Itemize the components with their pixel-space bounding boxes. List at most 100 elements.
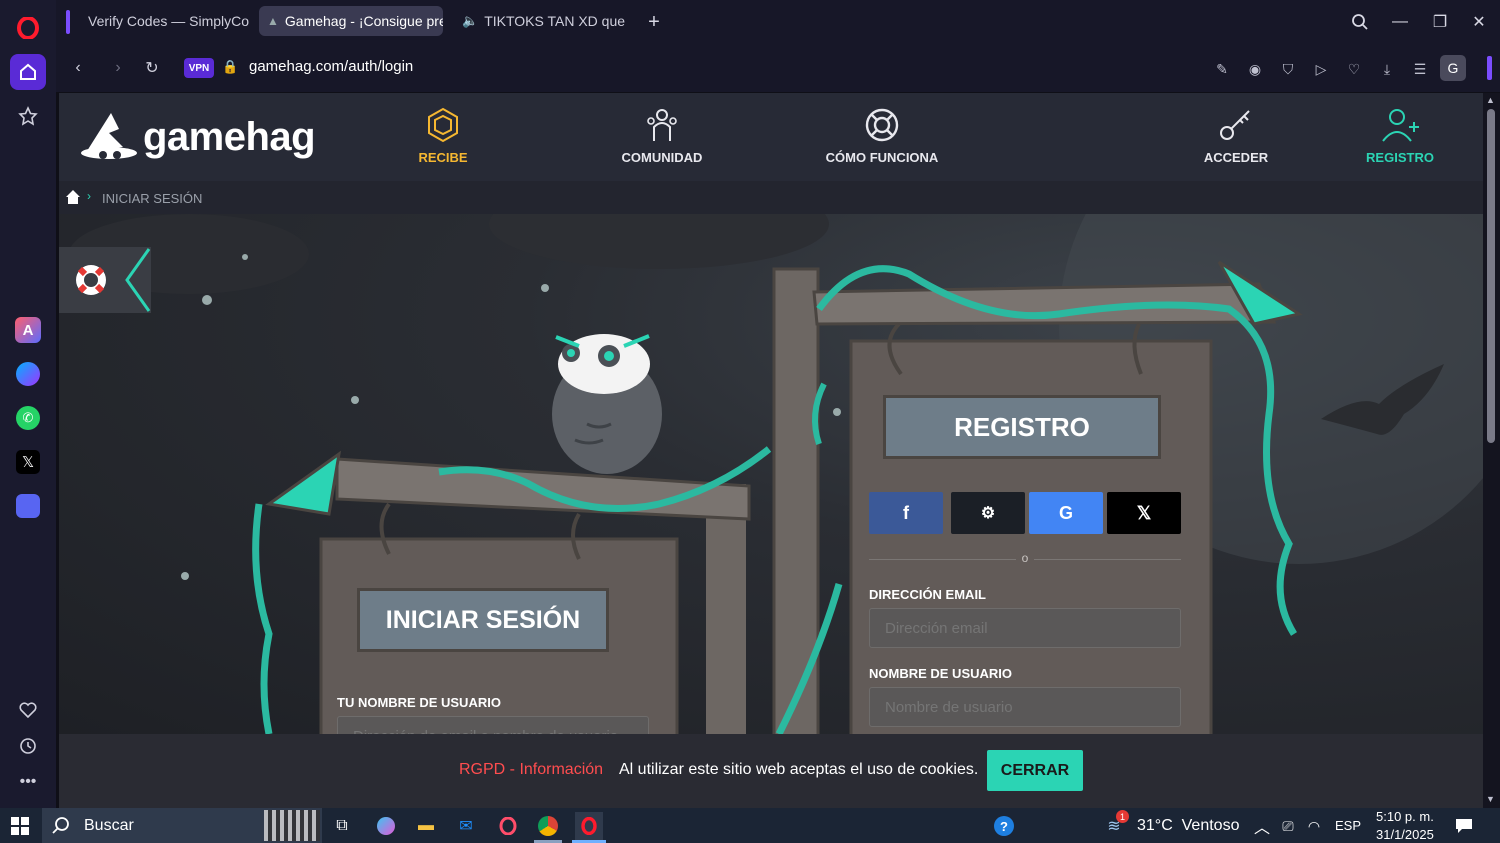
register-title: REGISTRO (883, 395, 1161, 459)
vpn-badge[interactable]: VPN (184, 58, 214, 78)
network-device-icon[interactable]: ⎚ (1274, 812, 1302, 840)
divider-text: o (1016, 551, 1034, 565)
aria-icon[interactable]: A (10, 312, 46, 348)
nav-acceder[interactable]: ACCEDER (1161, 107, 1311, 169)
tab-verify-codes[interactable]: Verify Codes — SimplyCo (74, 6, 254, 36)
new-tab-button[interactable]: + (640, 8, 668, 36)
email-field[interactable] (869, 608, 1181, 648)
nav-como-funciona[interactable]: CÓMO FUNCIONA (807, 107, 957, 169)
gamehag-favicon-icon: ▲ (267, 14, 279, 28)
pinboard-icon[interactable] (10, 98, 46, 134)
taskbar-search-box[interactable]: Buscar (42, 808, 322, 843)
key-icon (1220, 110, 1250, 140)
easy-setup-icon[interactable]: ☰ (1409, 58, 1431, 80)
lock-icon[interactable]: 🔒 (222, 59, 238, 75)
rgpd-link[interactable]: RGPD - Información (459, 761, 603, 779)
url-field[interactable]: gamehag.com/auth/login (249, 58, 413, 75)
file-explorer-icon[interactable]: ▬ (412, 812, 440, 840)
scroll-up-icon[interactable]: ▲ (1486, 95, 1495, 105)
camera-icon[interactable]: ◉ (1244, 58, 1266, 80)
notifications-icon[interactable] (1450, 812, 1478, 840)
speaker-icon[interactable]: 🔈 (462, 13, 478, 29)
tab-gamehag[interactable]: ▲ Gamehag - ¡Consigue pre (259, 6, 443, 36)
page-scrollbar[interactable]: ▲ ▼ (1483, 93, 1500, 808)
chevron-up-icon[interactable]: ︿ (1248, 812, 1276, 840)
restore-button[interactable]: ❐ (1426, 8, 1454, 36)
back-button[interactable]: ‹ (66, 56, 90, 80)
facebook-login-button[interactable]: f (869, 492, 943, 534)
forest-illustration (69, 214, 1483, 734)
play-icon[interactable]: ▷ (1310, 58, 1332, 80)
tab-tiktoks[interactable]: 🔈 TIKTOKS TAN XD que (448, 6, 628, 36)
add-user-icon (1382, 109, 1419, 142)
gem-icon (428, 107, 458, 143)
copilot-icon[interactable] (372, 812, 400, 840)
site-header: gamehag RECIBE COMUNIDAD CÓMO FUNCIONA A… (59, 93, 1483, 181)
help-tips-icon[interactable]: ? (990, 812, 1018, 840)
windows-start-icon[interactable] (6, 812, 34, 840)
bookmark-heart-icon[interactable]: ♡ (1343, 58, 1365, 80)
wizard-hat-icon (81, 113, 137, 159)
home-breadcrumb-icon[interactable] (65, 189, 81, 205)
gamehag-logo[interactable]: gamehag (79, 109, 319, 165)
steam-icon: ⚙ (980, 505, 996, 522)
x-icon: 𝕏 (1136, 502, 1152, 523)
scroll-down-icon[interactable]: ▼ (1486, 794, 1495, 804)
tab-bar: Verify Codes — SimplyCo ▲ Gamehag - ¡Con… (56, 0, 1500, 44)
language-indicator[interactable]: ESP (1335, 818, 1361, 833)
opera-taskbar-icon[interactable] (575, 812, 603, 840)
snapshot-edit-icon[interactable]: ✎ (1211, 58, 1233, 80)
forward-button[interactable]: › (106, 56, 130, 80)
logo-text: gamehag (143, 115, 316, 159)
nav-comunidad[interactable]: COMUNIDAD (587, 107, 737, 169)
help-button[interactable] (59, 247, 151, 313)
opera-logo-icon[interactable] (10, 10, 46, 46)
x-twitter-icon[interactable]: 𝕏 (10, 444, 46, 480)
home-icon[interactable] (10, 54, 46, 90)
login-title: INICIAR SESIÓN (357, 588, 609, 652)
search-highlight-zebra-icon (264, 810, 320, 841)
login-scene: REGISTRO f ⚙ G 𝕏 o DIRECCIÓN EMAIL NOMBR… (59, 214, 1483, 756)
nav-recibe[interactable]: RECIBE (368, 107, 518, 169)
task-view-icon[interactable]: ⧉ (328, 812, 356, 840)
minimize-button[interactable]: — (1386, 8, 1414, 36)
wifi-icon[interactable]: ◠ (1300, 812, 1328, 840)
browser-sidebar: A ✆ 𝕏 ••• (0, 0, 56, 808)
google-login-button[interactable]: G (1029, 492, 1103, 534)
weather-text[interactable]: 31°C Ventoso (1137, 817, 1239, 835)
whatsapp-icon[interactable]: ✆ (10, 400, 46, 436)
sidebar-toggle[interactable] (1487, 56, 1492, 80)
address-bar-row: ‹ › ↻ VPN 🔒 gamehag.com/auth/login ✎ ◉ ⛉… (56, 44, 1500, 92)
username-label: NOMBRE DE USUARIO (869, 666, 1013, 681)
more-options-icon[interactable]: ••• (10, 764, 46, 800)
chevron-right-icon: › (87, 189, 91, 203)
shield-icon[interactable]: ⛉ (1277, 58, 1299, 80)
clock-time[interactable]: 5:10 p. m. (1376, 809, 1434, 824)
discord-icon[interactable] (10, 488, 46, 524)
heart-icon[interactable] (10, 692, 46, 728)
email-label: DIRECCIÓN EMAIL (869, 587, 986, 602)
register-username-field[interactable] (869, 687, 1181, 727)
cookie-close-button[interactable]: CERRAR (987, 750, 1083, 791)
messenger-icon[interactable] (10, 356, 46, 392)
x-login-button[interactable]: 𝕏 (1107, 492, 1181, 534)
history-icon[interactable] (10, 728, 46, 764)
profile-avatar[interactable]: G (1440, 55, 1466, 81)
reload-button[interactable]: ↻ (140, 56, 164, 80)
page-viewport: gamehag RECIBE COMUNIDAD CÓMO FUNCIONA A… (59, 93, 1483, 808)
nav-registro[interactable]: REGISTRO (1325, 107, 1475, 169)
scrollbar-thumb[interactable] (1487, 109, 1495, 443)
weather-badge: 1 (1116, 810, 1129, 823)
clock-date[interactable]: 31/1/2025 (1376, 827, 1434, 842)
search-tabs-icon[interactable] (1346, 8, 1374, 36)
chrome-icon[interactable] (534, 812, 562, 840)
community-icon (647, 109, 677, 141)
close-window-button[interactable]: ✕ (1465, 8, 1493, 36)
download-icon[interactable]: ⤓ (1376, 58, 1398, 80)
mail-icon[interactable]: ✉ (452, 812, 480, 840)
steam-login-button[interactable]: ⚙ (951, 492, 1025, 534)
breadcrumb: › INICIAR SESIÓN (59, 181, 1483, 214)
weather-icon[interactable]: ≋ 1 (1100, 810, 1129, 840)
tab-title: Verify Codes — SimplyCo (88, 13, 250, 29)
opera-gx-icon[interactable] (494, 812, 522, 840)
